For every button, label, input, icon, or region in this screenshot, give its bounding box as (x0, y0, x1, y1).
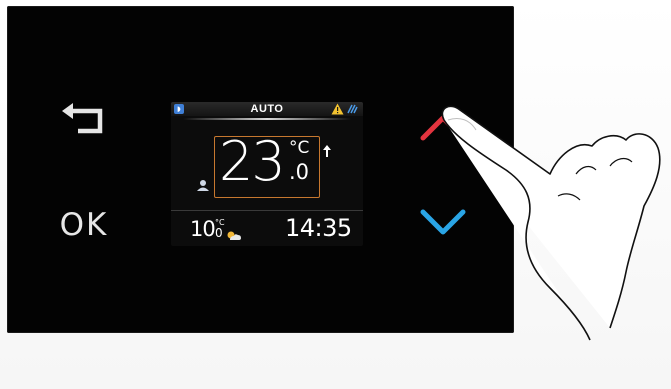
person-icon (197, 180, 209, 191)
lcd-display: ◗ AUTO 23 °C .0 10 °C 0 14:35 (171, 102, 363, 246)
decrease-button[interactable] (409, 198, 477, 246)
chevron-up-icon (420, 115, 466, 141)
chevron-down-icon (420, 209, 466, 235)
sun-cloud-icon (227, 231, 241, 240)
setpoint-temperature: 23 (219, 130, 286, 193)
back-arrow-icon (62, 103, 103, 134)
setpoint-unit: °C (289, 138, 310, 158)
warning-icon (331, 103, 344, 115)
thermostat-scene: OK ◗ AUTO 23 °C .0 10 °C 0 14:35 (0, 0, 671, 389)
lcd-bottom-rule (171, 210, 363, 211)
clock: 14:35 (285, 214, 352, 242)
lcd-divider (183, 118, 351, 120)
arrow-up-icon (323, 145, 331, 157)
outdoor-decimal: 0 (215, 226, 223, 240)
back-button[interactable] (51, 98, 117, 144)
ok-button-label: OK (59, 207, 109, 243)
ok-button[interactable]: OK (51, 202, 117, 248)
thermostat-panel: OK ◗ AUTO 23 °C .0 10 °C 0 14:35 (7, 6, 514, 333)
outdoor-temperature: 10 (190, 217, 216, 241)
increase-button[interactable] (409, 102, 477, 150)
bluetooth-icon (347, 104, 358, 114)
setpoint-decimal: .0 (289, 160, 310, 184)
